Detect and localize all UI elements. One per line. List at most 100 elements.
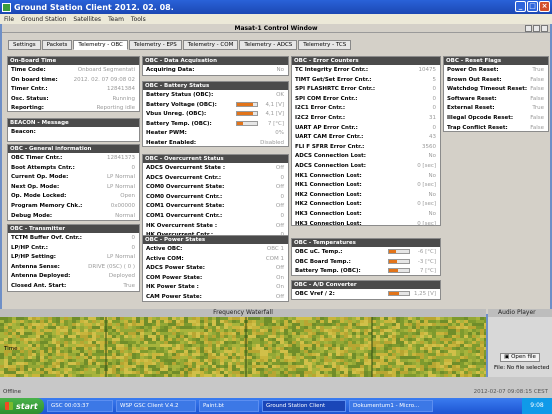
taskbar-item[interactable]: Dokumentum1 - Micro... (349, 400, 433, 412)
telemetry-row: Boot Attempts Cntr.: 0 (8, 163, 139, 173)
telemetry-row: OBC Timer Cntr.: 12841373 (8, 153, 139, 163)
taskbar-item[interactable]: WSP GSC Client V.4.2 (116, 400, 196, 412)
telemetry-row: Op. Mode Locked: Open (8, 191, 139, 201)
level-bar (236, 111, 258, 117)
tab-telemetry-obc[interactable]: Telemetry - OBC (73, 40, 128, 50)
telemetry-row: External Reset: True (444, 103, 548, 113)
telemetry-value: 0 (432, 86, 437, 93)
taskbar-item[interactable]: Ground Station Client (262, 400, 346, 412)
close-button[interactable]: × (539, 1, 550, 12)
telemetry-value: Open (120, 193, 135, 200)
telemetry-row: Battery Temp. (OBC): 7 [°C] (143, 119, 288, 129)
telemetry-label: Time Code: (11, 67, 46, 73)
telemetry-value: OBC 1 (266, 246, 284, 252)
tab-telemetry-com[interactable]: Telemetry - COM (182, 40, 239, 50)
panel-temperatures: OBC - Temperatures OBC uC. Temp.: -6 [°C] O… (291, 238, 441, 276)
window-titlebar: Ground Station Client 2012. 02. 08. _ □ … (0, 0, 552, 14)
telemetry-label: OBC uC. Temp.: (295, 249, 343, 255)
telemetry-row: OBC uC. Temp.: -6 [°C] (292, 247, 440, 257)
telemetry-label: HK3 Connection Lost: (295, 210, 362, 217)
telemetry-label: HK2 Connection Lost: (295, 201, 362, 208)
telemetry-row: HK1 Connection Lost: 0 [sec] (292, 180, 440, 190)
telemetry-label: Trap Conflict Reset: (447, 124, 508, 131)
tab-telemetry-eps[interactable]: Telemetry - EPS (128, 40, 182, 50)
telemetry-row: Vbus Unreg. (OBC): 4,1 [V] (143, 109, 288, 119)
telemetry-label: Op. Mode Locked: (11, 193, 67, 200)
telemetry-row: Battery Voltage (OBC): 4,1 [V] (143, 100, 288, 110)
telemetry-value: 0 (280, 193, 285, 200)
telemetry-label: OBC Timer Cntr.: (11, 155, 63, 161)
taskbar-item[interactable]: Paint.bt (199, 400, 259, 412)
telemetry-row: Trap Conflict Reset: False (444, 123, 548, 133)
level-bar-fill (389, 259, 397, 263)
tab-telemetry-adcs[interactable]: Telemetry - ADCS (239, 40, 298, 50)
telemetry-value: 4,1 [V] (265, 111, 284, 118)
telemetry-label: Active OBC: (146, 246, 183, 252)
telemetry-row: COM1 Overcurrent Cntr.: 0 (143, 211, 288, 221)
frequency-waterfall[interactable]: Time (0, 317, 486, 377)
menu-satellites[interactable]: Satellites (73, 16, 101, 23)
level-bar-fill (237, 112, 254, 116)
telemetry-row: Osc. Status: Running (8, 94, 139, 104)
open-file-button[interactable]: ▣ Open file (500, 353, 540, 362)
connection-status: Offline (3, 389, 22, 395)
level-bar-fill (389, 292, 399, 295)
telemetry-row: ADCS Power State: Off (143, 263, 288, 273)
telemetry-row: I2C2 Error Cntr.: 31 (292, 113, 440, 123)
maximize-button[interactable]: □ (527, 1, 538, 12)
tab-settings[interactable]: Settings (8, 40, 41, 50)
telemetry-value: -6 [°C] (417, 249, 436, 255)
panel-battery: OBC - Battery Status Battery Status (OBC)… (142, 81, 289, 147)
telemetry-row: Program Memory Chk.: 0x00000 (8, 201, 139, 211)
panel-reset-flags: OBC - Reset Flags Power On Reset: True Brow… (443, 56, 549, 132)
telemetry-label: TIMT Get/Set Error Cntr.: (295, 76, 372, 83)
telemetry-value: No (428, 191, 436, 198)
start-button[interactable]: start (0, 398, 44, 414)
telemetry-label: Heater Enabled: (146, 139, 197, 146)
minimize-button[interactable]: _ (515, 1, 526, 12)
menu-tools[interactable]: Tools (131, 16, 146, 23)
telemetry-label: Timer Cntr.: (11, 86, 48, 93)
telemetry-label: TCTM Buffer Ovf. Cntr.: (11, 235, 83, 241)
menu-bar: File Ground Station Satellites Team Tool… (0, 14, 552, 24)
telemetry-row: COM Power State: On (143, 273, 288, 283)
control-window: Masat-1 Control Window Settings Packets … (2, 24, 550, 314)
level-bar-fill (237, 121, 243, 125)
telemetry-row: Closed Ant. Start: True (8, 281, 139, 291)
telemetry-label: ADCS Overcurrent State : (146, 165, 226, 171)
telemetry-row: TC Integrity Error Cntr.: 10475 (292, 65, 440, 75)
inner-minimize-button[interactable] (525, 25, 532, 32)
panel-error-counters: OBC - Error Counters TC Integrity Error C… (291, 56, 441, 227)
telemetry-value: 10475 (418, 67, 437, 73)
inner-close-button[interactable] (541, 25, 548, 32)
telemetry-label: Debug Mode: (11, 212, 53, 219)
tab-telemetry-tcs[interactable]: Telemetry - TCS (298, 40, 352, 50)
telemetry-label: Watchdog Timeout Reset: (447, 86, 528, 93)
telemetry-label: COM1 Overcurrent Cntr.: (146, 212, 223, 219)
telemetry-value: 0 (280, 212, 285, 219)
telemetry-row: Debug Mode: Normal (8, 211, 139, 221)
telemetry-row: Brown Out Reset: False (444, 75, 548, 85)
menu-ground-station[interactable]: Ground Station (21, 16, 66, 23)
telemetry-value: 7 [°C] (267, 120, 284, 127)
telemetry-label: External Reset: (447, 105, 495, 112)
menu-team[interactable]: Team (108, 16, 124, 23)
menu-file[interactable]: File (4, 16, 14, 23)
telemetry-row: ADCS Connection Lost: No (292, 151, 440, 161)
telemetry-value: No (428, 210, 436, 217)
panel-title: OBC - Power States (143, 236, 288, 244)
telemetry-value: 0 (280, 174, 285, 181)
level-bar-fill (237, 102, 254, 106)
tab-packets[interactable]: Packets (41, 40, 73, 50)
level-bar (388, 249, 410, 254)
telemetry-value: No (276, 67, 284, 73)
telemetry-row: ADCS Overcurrent Cntr.: 0 (143, 173, 288, 183)
inner-maximize-button[interactable] (533, 25, 540, 32)
telemetry-row: Reporting: Reporting idle (8, 103, 139, 113)
telemetry-label: I2C1 Error Cntr.: (295, 105, 346, 112)
telemetry-row: COM1 Overcurrent State: Off (143, 201, 288, 211)
taskbar-item[interactable]: GSC 00:03:37 (47, 400, 113, 412)
level-bar-fill (389, 269, 398, 273)
telemetry-value: 3560 (422, 143, 436, 150)
panel-beacon: BEACON - Message Beacon: (7, 118, 140, 142)
